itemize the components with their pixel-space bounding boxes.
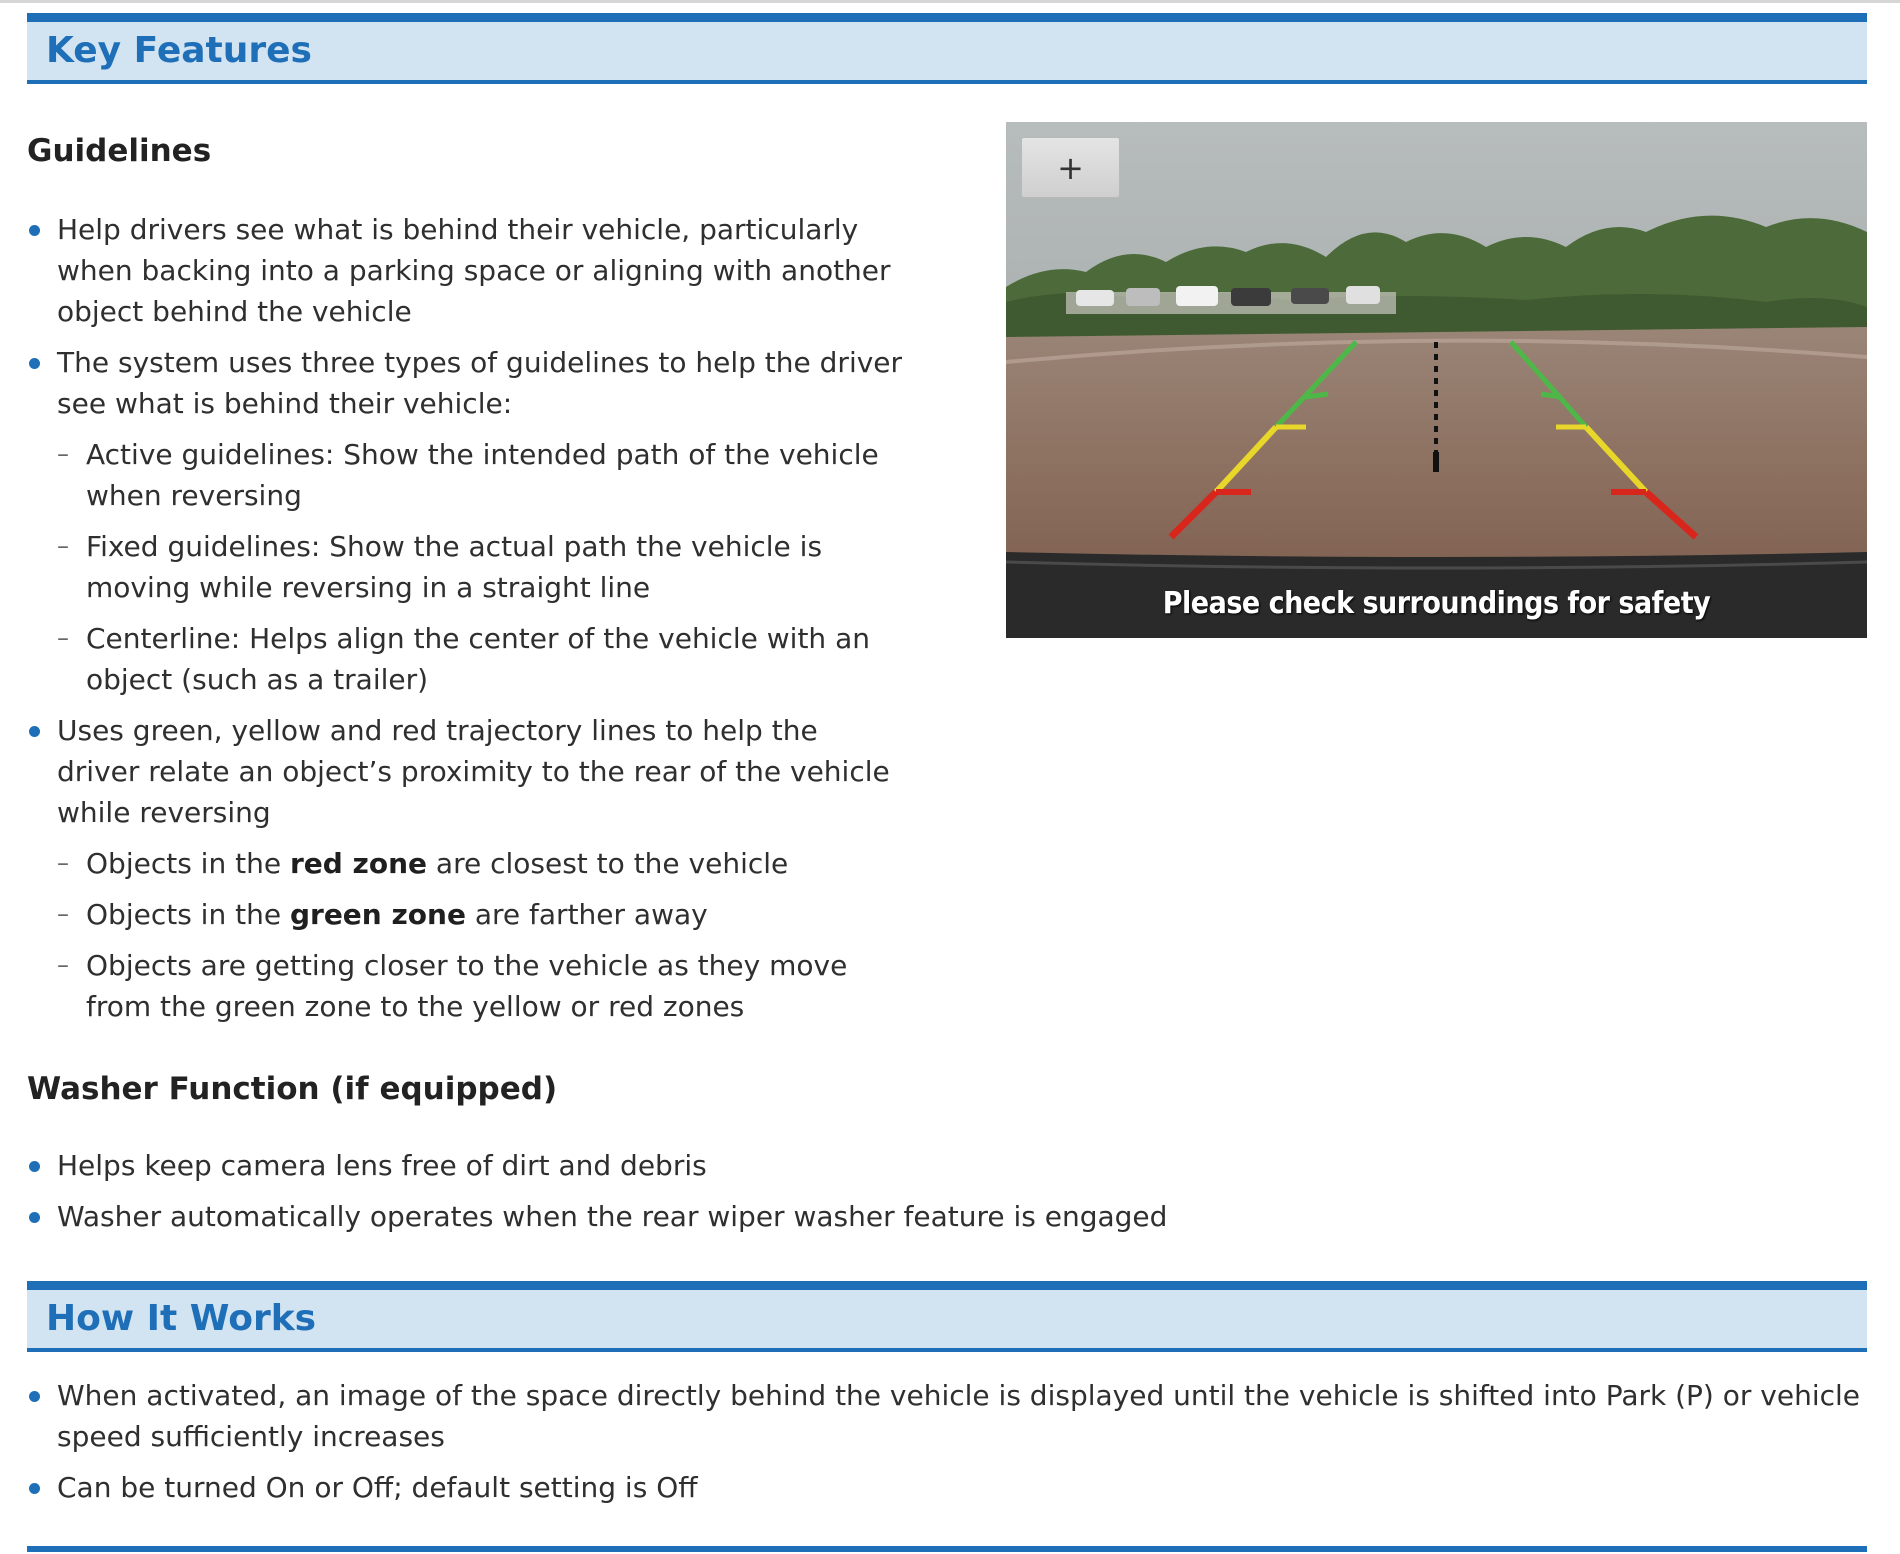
sub-item-text: Active guidelines: Show the intended pat…	[86, 438, 879, 512]
dash-icon: –	[57, 951, 69, 979]
sub-list-item: – Active guidelines: Show the intended pa…	[57, 434, 907, 516]
how-it-works-section: When activated, an image of the space di…	[27, 1375, 1867, 1518]
dash-icon: –	[57, 900, 69, 928]
list-item-text: Can be turned On or Off; default setting…	[57, 1471, 698, 1504]
dash-icon: –	[57, 440, 69, 468]
list-item-text: Washer automatically operates when the r…	[57, 1200, 1168, 1233]
rear-camera-image: + Please check surroundings for safety	[1006, 122, 1867, 638]
dash-icon: –	[57, 849, 69, 877]
bullet-icon	[29, 225, 40, 236]
sub-item-text: are closest to the vehicle	[427, 847, 789, 880]
list-item: Helps keep camera lens free of dirt and …	[27, 1145, 1227, 1186]
guidelines-heading: Guidelines	[27, 133, 212, 169]
key-features-title: Key Features	[46, 30, 312, 71]
how-it-works-title: How It Works	[46, 1298, 317, 1339]
key-features-header: Key Features	[27, 13, 1867, 84]
list-item-text: Uses green, yellow and red trajectory li…	[57, 714, 890, 829]
washer-list: Helps keep camera lens free of dirt and …	[27, 1145, 1227, 1237]
bottom-border	[27, 1546, 1867, 1552]
guidelines-list: Help drivers see what is behind their ve…	[27, 209, 907, 1027]
list-item: Uses green, yellow and red trajectory li…	[27, 710, 907, 1027]
list-item-text: When activated, an image of the space di…	[57, 1379, 1861, 1453]
camera-caption: Please check surroundings for safety	[1162, 586, 1711, 621]
list-item: Can be turned On or Off; default setting…	[27, 1467, 1867, 1508]
sub-item-text: Objects in the	[86, 898, 290, 931]
sub-list-item: – Objects are getting closer to the vehic…	[57, 945, 907, 1027]
how-it-works-list: When activated, an image of the space di…	[27, 1375, 1867, 1508]
bullet-icon	[29, 1483, 40, 1494]
sub-list-item: – Centerline: Helps align the center of t…	[57, 618, 907, 700]
sub-item-text: are farther away	[465, 898, 708, 931]
bullet-icon	[29, 1212, 40, 1223]
list-item: The system uses three types of guideline…	[27, 342, 907, 700]
sub-list: – Active guidelines: Show the intended pa…	[57, 434, 907, 700]
how-it-works-header: How It Works	[27, 1281, 1867, 1352]
red-zone-text: red zone	[289, 847, 428, 880]
green-zone-text: green zone	[289, 898, 466, 931]
sub-list: – Objects in the red zone are closest to …	[57, 843, 907, 1027]
sub-item-text: Centerline: Helps align the center of th…	[86, 622, 870, 696]
list-item: Help drivers see what is behind their ve…	[27, 209, 907, 332]
sub-list-item: – Objects in the green zone are farther a…	[57, 894, 907, 935]
sub-list-item: – Objects in the red zone are closest to …	[57, 843, 907, 884]
washer-section: Washer Function (if equipped) Helps keep…	[27, 1071, 1227, 1247]
dash-icon: –	[57, 624, 69, 652]
washer-heading: Washer Function (if equipped)	[27, 1071, 558, 1107]
bullet-icon	[29, 726, 40, 737]
list-item-text: Help drivers see what is behind their ve…	[57, 213, 891, 328]
list-item: When activated, an image of the space di…	[27, 1375, 1867, 1457]
zoom-in-button[interactable]: +	[1021, 137, 1120, 198]
bullet-icon	[29, 1391, 40, 1402]
sub-item-text: Objects are getting closer to the vehicl…	[86, 949, 848, 1023]
sub-item-text: Objects in the	[86, 847, 290, 880]
top-border	[0, 0, 1900, 3]
sub-item-text: Fixed guidelines: Show the actual path t…	[86, 530, 823, 604]
list-item-text: The system uses three types of guideline…	[57, 346, 903, 420]
sub-list-item: – Fixed guidelines: Show the actual path …	[57, 526, 907, 608]
guidelines-section: Guidelines Help drivers see what is behi…	[27, 133, 907, 1037]
list-item-text: Helps keep camera lens free of dirt and …	[57, 1149, 707, 1182]
camera-scene	[1006, 122, 1867, 638]
dash-icon: –	[57, 532, 69, 560]
list-item: Washer automatically operates when the r…	[27, 1196, 1227, 1237]
bullet-icon	[29, 358, 40, 369]
bullet-icon	[29, 1161, 40, 1172]
